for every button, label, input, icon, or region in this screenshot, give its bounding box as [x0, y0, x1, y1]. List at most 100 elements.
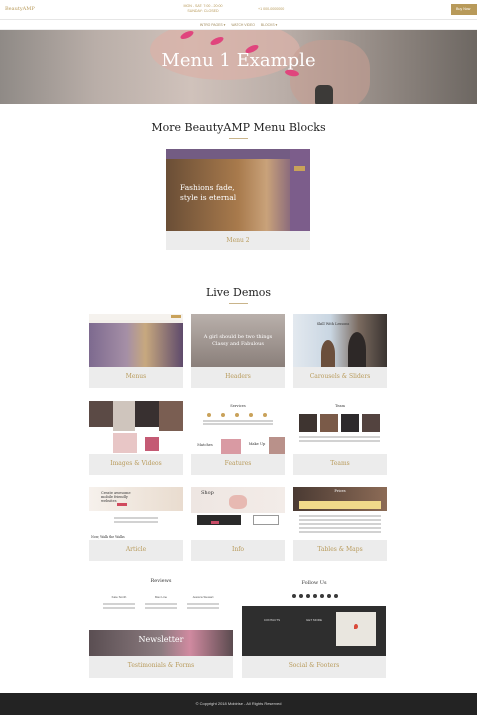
preview-side-text-2: Make Up [248, 442, 266, 446]
social-icon [334, 594, 338, 598]
preview-menu-bar [166, 149, 310, 159]
review-text-line [103, 603, 135, 605]
preview-tagline-1: A girl should be two things [203, 334, 273, 340]
card-label[interactable]: Features [191, 460, 285, 467]
preview-side-menu [290, 149, 310, 231]
demo-card-info[interactable]: Shop Info [191, 487, 285, 561]
page-title: Menu 1 Example [161, 50, 316, 71]
buy-now-button[interactable]: Buy Now [451, 4, 477, 15]
team-text-line [299, 436, 380, 438]
table-row [299, 519, 381, 521]
info-headline: Shop [201, 490, 214, 496]
article-preview: Create awesome mobile friendly websites … [89, 487, 183, 540]
team-photo [299, 414, 317, 432]
preview-heading: Team [335, 404, 345, 408]
demo-card-teams[interactable]: Team Teams [293, 401, 387, 475]
review-text-line [187, 607, 219, 609]
footer-col-get-more: GET MORE [306, 618, 322, 622]
card-label[interactable]: Article [89, 546, 183, 553]
feature-icon [263, 413, 267, 417]
phone-number[interactable]: +1 000-0000000 [258, 7, 284, 11]
demo-card-social-footers[interactable]: Follow Us CONTACTS GET MORE Social & Foo… [242, 574, 386, 678]
tables-heading: Prices [334, 489, 346, 493]
images-videos-preview [89, 401, 183, 454]
demo-card-headers[interactable]: A girl should be two things Classy and F… [191, 314, 285, 388]
preview-photo [113, 401, 135, 431]
card-label[interactable]: Tables & Maps [293, 546, 387, 553]
table-header-row [299, 501, 381, 509]
social-icon [306, 594, 310, 598]
card-label[interactable]: Social & Footers [242, 662, 386, 669]
preview-tagline-2: Classy and Fabulous [212, 341, 264, 347]
card-label[interactable]: Images & Videos [89, 460, 183, 467]
card-label[interactable]: Carousels & Sliders [293, 373, 387, 380]
headers-preview: A girl should be two things Classy and F… [191, 314, 285, 367]
demo-card-carousels[interactable]: Skill With Lessons Carousels & Sliders [293, 314, 387, 388]
review-text-line [145, 607, 177, 609]
card-label[interactable]: Teams [293, 460, 387, 467]
preview-button [117, 503, 127, 506]
preview-image [89, 323, 183, 367]
features-preview: Services Matches Make Up [191, 401, 285, 454]
info-preview: Shop [191, 487, 285, 540]
table-row [299, 527, 381, 529]
menu-2-label[interactable]: Menu 2 [166, 237, 310, 244]
nav-intro-pages[interactable]: INTRO PAGES ▾ [200, 20, 226, 29]
newsletter-heading: Newsletter [138, 635, 184, 644]
article-headline: Create awesome mobile friendly websites [101, 491, 131, 503]
preview-person [348, 332, 366, 367]
footer-col-contacts: CONTACTS [263, 618, 281, 622]
team-photo [362, 414, 380, 432]
demo-card-features[interactable]: Services Matches Make Up Features [191, 401, 285, 475]
feature-icon [207, 413, 211, 417]
teams-preview: Team [293, 401, 387, 454]
preview-photo [135, 401, 159, 427]
card-label[interactable]: Headers [191, 373, 285, 380]
main-nav: INTRO PAGES ▾ WATCH VIDEO BLOCKS ▾ [0, 20, 477, 30]
preview-photo [159, 401, 183, 431]
info-dark-box [197, 515, 241, 525]
article-text-line [114, 521, 158, 523]
demo-card-testimonials-forms[interactable]: Reviews Kate Smith Max Line Jessica Stew… [89, 574, 233, 678]
follow-us-heading: Follow Us [301, 580, 327, 586]
demo-card-article[interactable]: Create awesome mobile friendly websites … [89, 487, 183, 561]
social-icon [327, 594, 331, 598]
copyright-text: © Copyright 2018 Mobirise - All Rights R… [195, 701, 282, 706]
card-label[interactable]: Menus [89, 373, 183, 380]
social-footers-preview: Follow Us CONTACTS GET MORE [242, 574, 386, 656]
testimonials-preview: Reviews Kate Smith Max Line Jessica Stew… [89, 574, 233, 656]
social-icon [292, 594, 296, 598]
demo-card-menus[interactable]: Menus [89, 314, 183, 388]
brand-logo[interactable]: BeautyAMP [5, 6, 35, 12]
preview-button [294, 166, 305, 171]
preview-headline-line-2: style is eternal [180, 193, 237, 202]
nav-watch-video[interactable]: WATCH VIDEO [231, 20, 255, 29]
menu-2-card[interactable]: Fashions fade, style is eternal Menu 2 [166, 149, 310, 250]
info-input-box [253, 515, 279, 525]
card-label[interactable]: Testimonials & Forms [89, 662, 233, 669]
table-row [299, 531, 381, 533]
menus-preview [89, 314, 183, 367]
table-row [299, 523, 381, 525]
team-photo [341, 414, 359, 432]
nav-blocks[interactable]: BLOCKS ▾ [261, 20, 277, 29]
feature-text-line [203, 420, 273, 422]
preview-tagline: Skill With Lessons [316, 322, 350, 326]
section-divider [229, 138, 248, 139]
live-demos-title: Live Demos [205, 286, 272, 299]
preview-heading: Services [230, 404, 246, 408]
opening-hours: MON - SAT: 7:00 - 20:00 SUNDAY: CLOSED [178, 4, 228, 14]
demo-card-images-videos[interactable]: Images & Videos [89, 401, 183, 475]
carousels-preview: Skill With Lessons [293, 314, 387, 367]
feature-text-line [203, 423, 273, 425]
demo-card-tables-maps[interactable]: Prices Tables & Maps [293, 487, 387, 561]
review-name-1: Kate Smith [111, 595, 127, 599]
preview-photo [89, 401, 113, 427]
card-label[interactable]: Info [191, 546, 285, 553]
team-text-line [299, 440, 380, 442]
preview-photo [269, 437, 285, 454]
preview-photo [221, 439, 241, 454]
menu-2-preview: Fashions fade, style is eternal [166, 149, 310, 231]
section-divider [229, 303, 248, 304]
hero-ring-image [315, 85, 333, 104]
